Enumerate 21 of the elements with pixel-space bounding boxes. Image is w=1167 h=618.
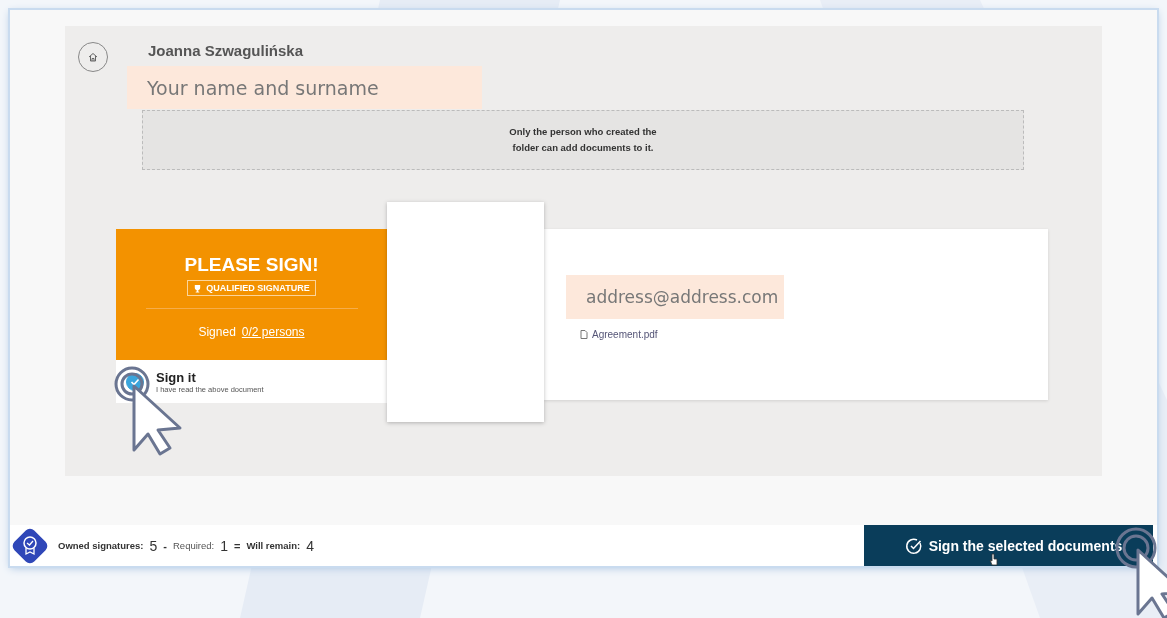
user-name: Joanna Szwagulińska bbox=[148, 41, 304, 59]
name-hint: Your name and surname bbox=[127, 66, 482, 109]
owned-count: 5 bbox=[149, 537, 158, 554]
signed-label: Signed bbox=[198, 325, 236, 339]
status-title: PLEASE SIGN! bbox=[184, 254, 319, 276]
sign-documents-button[interactable]: Sign the selected documents bbox=[864, 525, 1153, 566]
sign-it-label: Sign it bbox=[156, 369, 197, 385]
file-icon bbox=[580, 330, 588, 339]
required-label: Required: bbox=[173, 540, 215, 551]
check-circle-icon bbox=[904, 536, 923, 555]
email-hint: address@address.com bbox=[566, 275, 785, 319]
minus-sign: - bbox=[163, 539, 167, 552]
remain-label: Will remain: bbox=[246, 540, 301, 551]
file-link[interactable]: Agreement.pdf bbox=[580, 329, 1048, 340]
trophy-icon bbox=[193, 283, 203, 293]
signature-type-tag: QUALIFIED SIGNATURE bbox=[187, 280, 316, 296]
equals-sign: = bbox=[234, 539, 241, 552]
owned-label: Owned signatures: bbox=[58, 540, 144, 551]
remain-count: 4 bbox=[306, 537, 314, 554]
drop-zone-message: Only the person who created the folder can add documents to it. bbox=[508, 125, 658, 155]
required-count: 1 bbox=[220, 537, 228, 554]
